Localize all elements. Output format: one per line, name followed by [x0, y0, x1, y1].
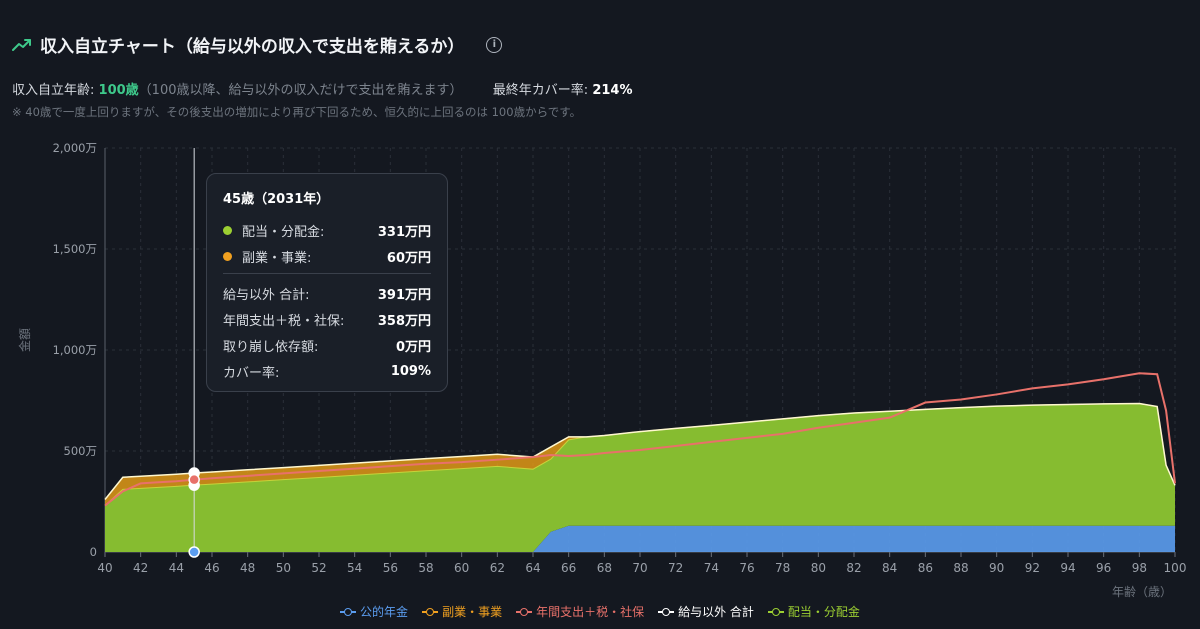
independence-age-note: （100歳以降、給与以外の収入だけで支出を賄えます）	[138, 83, 463, 98]
tooltip-value: 358万円	[377, 313, 431, 329]
legend-label: 副業・事業	[442, 605, 503, 619]
legend-label: 給与以外 合計	[678, 605, 754, 619]
stats-line: 収入自立年齢: 100歳（100歳以降、給与以外の収入だけで支出を賄えます） 最…	[12, 79, 632, 98]
x-tick-label: 50	[276, 561, 291, 575]
x-tick-label: 96	[1096, 561, 1111, 575]
legend-item-dividends[interactable]: 配当・分配金	[767, 603, 860, 620]
tooltip-label: 年間支出＋税・社保:	[223, 313, 345, 329]
info-icon[interactable]: i	[486, 36, 503, 53]
x-tick-label: 86	[918, 561, 933, 575]
legend-item-total[interactable]: 給与以外 合計	[658, 603, 754, 620]
x-tick-label: 94	[1060, 561, 1075, 575]
tooltip-row-expenses: 年間支出＋税・社保: 358万円	[223, 306, 431, 332]
tooltip-label: 取り崩し依存額:	[223, 339, 319, 355]
x-tick-label: 76	[739, 561, 754, 575]
x-tick-label: 78	[775, 561, 790, 575]
x-tick-label: 64	[525, 561, 540, 575]
tooltip-row-side-business: 副業・事業: 60万円	[223, 243, 431, 269]
chart-legend: 公的年金 副業・事業 年間支出＋税・社保 給与以外 合計 配当・分配金	[0, 603, 1200, 620]
side-business-legend-icon	[422, 607, 439, 617]
x-tick-label: 62	[490, 561, 505, 575]
dividends-dot	[223, 225, 232, 235]
tooltip-row-coverage: カバー率: 109%	[223, 358, 431, 384]
x-tick-label: 74	[704, 561, 719, 575]
x-tick-label: 58	[418, 561, 433, 575]
chart-title: 収入自立チャート（給与以外の収入で支出を賄えるか）	[40, 37, 465, 57]
side-business-dot	[223, 251, 232, 261]
x-tick-label: 70	[632, 561, 647, 575]
hover-point-marker	[188, 546, 200, 558]
legend-label: 公的年金	[360, 605, 409, 619]
x-tick-label: 66	[561, 561, 576, 575]
tooltip-value: 391万円	[377, 287, 431, 303]
x-tick-label: 80	[811, 561, 826, 575]
x-tick-label: 98	[1132, 561, 1147, 575]
tooltip-row-dividends: 配当・分配金: 331万円	[223, 217, 431, 243]
x-tick-label: 44	[169, 561, 184, 575]
tooltip-row-withdrawal: 取り崩し依存額: 0万円	[223, 332, 431, 358]
dividends-legend-icon	[767, 607, 784, 617]
legend-item-side-business[interactable]: 副業・事業	[422, 603, 502, 620]
independence-age-label: 収入自立年齢:	[12, 83, 95, 98]
x-axis-label: 年齢（歳）	[1112, 584, 1172, 599]
y-tick-label: 0	[90, 545, 97, 559]
y-tick-label: 2,000万	[53, 141, 97, 155]
tooltip-row-total: 給与以外 合計: 391万円	[223, 280, 431, 306]
independence-age-value: 100歳	[98, 83, 139, 98]
tooltip-label: 副業・事業:	[242, 250, 312, 266]
tooltip-value: 60万円	[386, 250, 431, 266]
x-tick-label: 54	[347, 561, 362, 575]
x-tick-label: 48	[240, 561, 255, 575]
y-tick-label: 1,500万	[53, 242, 97, 256]
tooltip-value: 331万円	[377, 224, 431, 240]
y-axis-label: 金額	[17, 328, 32, 352]
income-independence-chart[interactable]: 40 42 44 46 48 50 52 54 56 58 60 62 64 66 68 70 72 74 76 78…	[0, 130, 1200, 600]
y-tick-label: 500万	[64, 444, 97, 458]
tooltip-title: 45歳（2031年）	[223, 192, 330, 207]
legend-item-pension[interactable]: 公的年金	[340, 603, 408, 620]
pension-legend-icon	[340, 607, 357, 617]
x-tick-label: 82	[846, 561, 861, 575]
tooltip-label: 給与以外 合計:	[223, 287, 310, 303]
x-tick-label: 84	[882, 561, 897, 575]
x-tick-label: 72	[668, 561, 683, 575]
y-tick-label: 1,000万	[53, 343, 97, 357]
x-tick-label: 42	[133, 561, 148, 575]
footnote: ※ 40歳で一度上回りますが、その後支出の増加により再び下回るため、恒久的に上回…	[12, 105, 582, 119]
x-tick-label: 100	[1164, 561, 1187, 575]
tooltip-label: 配当・分配金:	[242, 224, 325, 240]
x-tick-label: 40	[97, 561, 112, 575]
trending-up-icon	[12, 38, 31, 51]
legend-label: 年間支出＋税・社保	[536, 605, 645, 619]
x-tick-label: 60	[454, 561, 469, 575]
x-tick-label: 56	[383, 561, 398, 575]
x-tick-label: 92	[1025, 561, 1040, 575]
x-tick-label: 52	[311, 561, 326, 575]
total-legend-icon	[658, 607, 675, 617]
final-coverage-label: 最終年カバー率:	[492, 83, 589, 98]
tooltip-value: 0万円	[395, 339, 431, 355]
tooltip-divider	[223, 273, 431, 274]
legend-item-expenses[interactable]: 年間支出＋税・社保	[516, 603, 644, 620]
legend-label: 配当・分配金	[787, 605, 860, 619]
x-tick-label: 46	[204, 561, 219, 575]
final-coverage-value: 214%	[592, 83, 633, 98]
expenses-legend-icon	[516, 607, 533, 617]
x-tick-label: 68	[597, 561, 612, 575]
x-tick-label: 88	[953, 561, 968, 575]
hover-point-marker	[188, 473, 200, 486]
chart-header: 収入自立チャート（給与以外の収入で支出を賄えるか） i	[12, 32, 503, 57]
x-tick-label: 90	[989, 561, 1004, 575]
tooltip-label: カバー率:	[223, 365, 280, 381]
hover-tooltip: 45歳（2031年） 配当・分配金: 331万円 副業・事業: 60万円 給与以…	[206, 173, 448, 392]
tooltip-value: 109%	[390, 363, 431, 379]
